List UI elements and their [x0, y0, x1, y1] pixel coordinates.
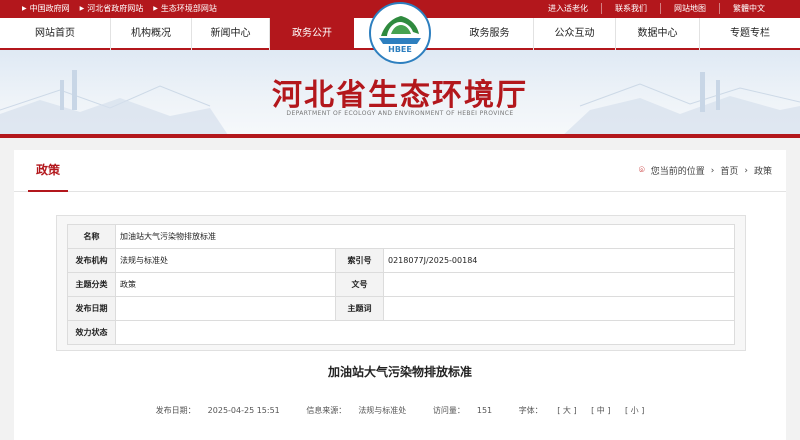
contact-link[interactable]: 联系我们 [601, 3, 660, 14]
status-label: 效力状态 [67, 320, 116, 345]
nav-item-news[interactable]: 新闻中心 [192, 18, 270, 50]
content-card: 政策 ⌾ 您当前的位置 › 首页 › 政策 名称 加油站大气污染物排放标准 发布… [14, 150, 786, 440]
section-header: 政策 ⌾ 您当前的位置 › 首页 › 政策 [14, 150, 786, 192]
agency-label: 发布机构 [67, 248, 116, 273]
breadcrumb-separator: › [710, 165, 715, 176]
nav-item-topics[interactable]: 专题专栏 [700, 18, 800, 50]
hbee-emblem-icon: HBEE [373, 6, 427, 60]
document-info-table: 名称 加油站大气污染物排放标准 发布机构 法规与标准处 索引号 0218077J… [67, 224, 735, 345]
nav-item-services[interactable]: 政务服务 [446, 18, 534, 50]
section-title: 政策 [28, 150, 68, 192]
nav-item-gov-affairs[interactable]: 政务公开 [270, 18, 354, 50]
sitemap-link[interactable]: 网站地图 [660, 3, 719, 14]
font-small-button[interactable]: [ 小 ] [625, 406, 644, 415]
docno-value [383, 272, 735, 297]
elderly-mode-link[interactable]: 进入适老化 [535, 3, 601, 14]
svg-text:HBEE: HBEE [388, 45, 412, 54]
status-value [115, 320, 735, 345]
source-info: 信息来源： 法规与标准处 [306, 406, 407, 415]
site-subtitle: DEPARTMENT OF ECOLOGY AND ENVIRONMENT OF… [286, 110, 514, 117]
font-large-button[interactable]: [ 大 ] [557, 406, 576, 415]
breadcrumb-separator: › [744, 165, 748, 176]
keywords-label: 主题词 [335, 296, 384, 321]
triangle-icon: ▶ [153, 5, 158, 12]
views-info: 访问量： 151 [432, 406, 493, 415]
docno-label: 文号 [335, 272, 384, 297]
name-value: 加油站大气污染物排放标准 [115, 224, 735, 249]
table-row: 发布日期 主题词 [67, 296, 735, 321]
hbee-logo[interactable]: HBEE [369, 2, 431, 64]
agency-value: 法规与标准处 [115, 248, 336, 273]
nav-item-home[interactable]: 网站首页 [0, 18, 111, 50]
gov-link[interactable]: ▶ 中国政府网 [22, 3, 70, 14]
category-value: 政策 [115, 272, 336, 297]
triangle-icon: ▶ [22, 5, 27, 12]
utility-links: 进入适老化 联系我们 网站地图 繁體中文 [535, 3, 778, 14]
date-label: 发布日期 [67, 296, 116, 321]
external-links: ▶ 中国政府网 ▶ 河北省政府网站 ▶ 生态环境部网站 [22, 3, 217, 14]
category-label: 主题分类 [67, 272, 116, 297]
table-row: 发布机构 法规与标准处 索引号 0218077J/2025-00184 [67, 248, 735, 273]
triangle-icon: ▶ [79, 5, 85, 12]
keywords-value [383, 296, 735, 321]
breadcrumb-home[interactable]: 首页 [720, 164, 738, 177]
table-row: 效力状态 [67, 320, 735, 345]
publish-info: 发布日期： 2025-04-25 15:51 [155, 406, 280, 415]
mee-link[interactable]: ▶ 生态环境部网站 [153, 3, 217, 14]
traditional-chinese-link[interactable]: 繁體中文 [719, 3, 778, 14]
hebei-gov-link[interactable]: ▶ 河北省政府网站 [80, 3, 144, 14]
font-medium-button[interactable]: [ 中 ] [591, 406, 610, 415]
table-row: 主题分类 政策 文号 [67, 272, 735, 297]
document-info-panel: 名称 加油站大气污染物排放标准 发布机构 法规与标准处 索引号 0218077J… [56, 215, 746, 351]
nav-item-data[interactable]: 数据中心 [616, 18, 700, 50]
breadcrumb: ⌾ 您当前的位置 › 首页 › 政策 [639, 164, 772, 177]
document-meta: 发布日期： 2025-04-25 15:51 信息来源： 法规与标准处 访问量： 15… [14, 405, 786, 416]
font-size-controls: 字体： [ 大 ] [ 中 ] [ 小 ] [518, 406, 645, 415]
nav-item-about[interactable]: 机构概况 [111, 18, 192, 50]
date-value [115, 296, 336, 321]
breadcrumb-current[interactable]: 政策 [754, 164, 772, 177]
site-title: 河北省生态环境厅 [272, 78, 528, 113]
document-title: 加油站大气污染物排放标准 [327, 365, 472, 379]
name-label: 名称 [67, 224, 116, 249]
location-label: 您当前的位置 [650, 167, 705, 177]
table-row: 名称 加油站大气污染物排放标准 [67, 224, 735, 249]
index-value: 0218077J/2025-00184 [383, 248, 735, 273]
index-label: 索引号 [335, 248, 384, 273]
location-pin-icon: ⌾ [638, 165, 645, 176]
nav-item-interaction[interactable]: 公众互动 [534, 18, 616, 50]
